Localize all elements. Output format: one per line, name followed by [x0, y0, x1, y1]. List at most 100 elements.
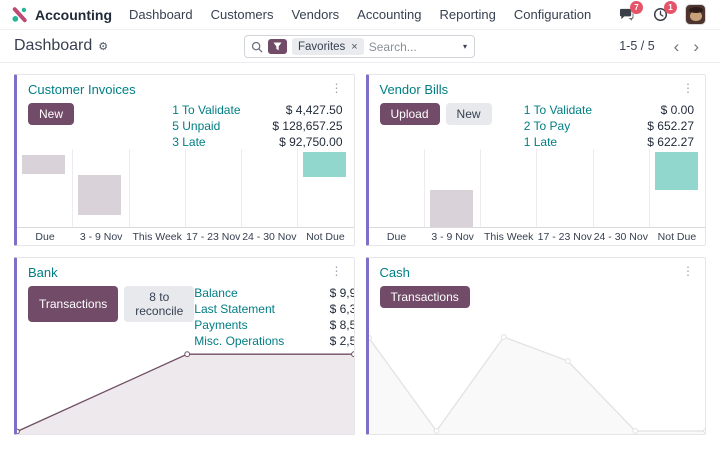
card-vendor-bills: Vendor Bills ⋮ Upload New 1 To Validate …	[366, 74, 707, 246]
stat-misc-operations-amount[interactable]: $ 2,500.00	[300, 334, 354, 348]
reconcile-button[interactable]: 8 to reconcile	[124, 286, 194, 322]
bar-column[interactable]	[424, 149, 480, 227]
dashboard-grid: Customer Invoices ⋮ New 1 To Validate $ …	[0, 63, 720, 446]
upload-bill-button[interactable]: Upload	[380, 103, 440, 125]
card-cash: Cash ⋮ Transactions	[366, 257, 707, 435]
bar[interactable]	[430, 190, 473, 227]
app-switcher[interactable]: Accounting	[6, 5, 120, 24]
cash-transactions-button[interactable]: Transactions	[380, 286, 470, 308]
card-buttons: Upload New	[380, 103, 492, 125]
stat-balance[interactable]: Balance	[194, 286, 284, 300]
search-bar[interactable]: Favorites × ▾	[244, 35, 475, 58]
bar-column[interactable]	[129, 149, 185, 227]
card-title-cash[interactable]: Cash	[380, 265, 410, 280]
stat-unpaid[interactable]: 5 Unpaid	[172, 119, 240, 133]
facet-close-icon[interactable]: ×	[351, 41, 357, 53]
new-bill-button[interactable]: New	[446, 103, 492, 125]
search-input[interactable]	[369, 40, 451, 54]
card-buttons: Transactions 8 to reconcile	[28, 286, 194, 322]
bar-column[interactable]	[72, 149, 128, 227]
card-title-vendor-bills[interactable]: Vendor Bills	[380, 82, 449, 97]
card-header: Bank ⋮	[17, 258, 354, 282]
user-avatar[interactable]	[685, 4, 706, 25]
stat-to-pay-amount[interactable]: $ 652.27	[608, 119, 694, 133]
stat-last-statement-amount[interactable]: $ 6,378.00	[300, 302, 354, 316]
kebab-menu-icon[interactable]: ⋮	[679, 82, 697, 94]
bar-column[interactable]	[649, 149, 705, 227]
gear-icon[interactable]: ⚙	[98, 40, 108, 53]
bar[interactable]	[655, 152, 698, 190]
stat-unpaid-amount[interactable]: $ 128,657.25	[257, 119, 343, 133]
x-axis-label: Not Due	[297, 231, 353, 243]
cash-balance-chart[interactable]	[369, 334, 706, 434]
stat-to-validate-amount[interactable]: $ 0.00	[608, 103, 694, 117]
card-buttons: Transactions	[380, 286, 470, 308]
bar[interactable]	[303, 152, 346, 177]
pager-previous-icon[interactable]: ‹	[667, 38, 687, 55]
stat-payments-amount[interactable]: $ 8,578.50	[300, 318, 354, 332]
new-invoice-button[interactable]: New	[28, 103, 74, 125]
stat-late-amount[interactable]: $ 622.27	[608, 135, 694, 149]
bar-column[interactable]	[185, 149, 241, 227]
card-body: New 1 To Validate $ 4,427.50 5 Unpaid $ …	[17, 99, 354, 149]
nav-item-dashboard[interactable]: Dashboard	[120, 0, 202, 30]
activities-button[interactable]: 1	[651, 6, 669, 24]
kebab-menu-icon[interactable]: ⋮	[679, 265, 697, 277]
stat-late[interactable]: 3 Late	[172, 135, 240, 149]
bank-transactions-button[interactable]: Transactions	[28, 286, 118, 322]
line-chart-svg	[17, 350, 354, 434]
bar-column[interactable]	[369, 149, 424, 227]
accounting-app-icon	[10, 5, 29, 24]
facet-label: Favorites	[298, 41, 345, 53]
x-axis-label: Not Due	[649, 231, 705, 243]
card-header: Vendor Bills ⋮	[369, 75, 706, 99]
stat-balance-amount[interactable]: $ 9,944.87	[300, 286, 354, 300]
stat-to-validate[interactable]: 1 To Validate	[172, 103, 240, 117]
stat-to-pay[interactable]: 2 To Pay	[524, 119, 592, 133]
stat-late[interactable]: 1 Late	[524, 135, 592, 149]
card-buttons: New	[28, 103, 74, 125]
avatar-hair	[689, 7, 703, 13]
pager-next-icon[interactable]: ›	[686, 38, 706, 55]
stat-last-statement[interactable]: Last Statement	[194, 302, 284, 316]
pager-range: 1-5 / 5	[619, 39, 654, 53]
invoice-stats: 1 To Validate $ 4,427.50 5 Unpaid $ 128,…	[172, 103, 342, 149]
stat-late-amount[interactable]: $ 92,750.00	[257, 135, 343, 149]
stat-misc-operations[interactable]: Misc. Operations	[194, 334, 284, 348]
x-axis-label: This Week	[129, 231, 185, 243]
card-title-customer-invoices[interactable]: Customer Invoices	[28, 82, 136, 97]
nav-item-configuration[interactable]: Configuration	[505, 0, 600, 30]
bar-column[interactable]	[593, 149, 649, 227]
filter-chip[interactable]	[268, 39, 287, 54]
nav-item-customers[interactable]: Customers	[202, 0, 283, 30]
kebab-menu-icon[interactable]: ⋮	[328, 82, 346, 94]
stat-payments[interactable]: Payments	[194, 318, 284, 332]
activities-badge: 1	[664, 1, 677, 14]
messages-button[interactable]: 7	[617, 6, 635, 24]
card-bank: Bank ⋮ Transactions 8 to reconcile Balan…	[14, 257, 355, 435]
customer-invoices-aging-chart[interactable]: Due3 - 9 NovThis Week17 - 23 Nov24 - 30 …	[17, 149, 354, 245]
bar-column[interactable]	[536, 149, 592, 227]
navbar-systray: 7 1	[617, 4, 710, 25]
card-body: Transactions 8 to reconcile Balance $ 9,…	[17, 282, 354, 348]
nav-item-reporting[interactable]: Reporting	[431, 0, 505, 30]
bar-column[interactable]	[17, 149, 72, 227]
x-axis-label: 24 - 30 Nov	[593, 231, 649, 243]
vendor-bills-aging-chart[interactable]: Due3 - 9 NovThis Week17 - 23 Nov24 - 30 …	[369, 149, 706, 245]
nav-item-accounting[interactable]: Accounting	[348, 0, 430, 30]
bar-column[interactable]	[241, 149, 297, 227]
bar-column[interactable]	[480, 149, 536, 227]
stat-to-validate-amount[interactable]: $ 4,427.50	[257, 103, 343, 117]
card-title-bank[interactable]: Bank	[28, 265, 58, 280]
search-dropdown-caret-icon[interactable]: ▾	[456, 36, 474, 57]
messages-badge: 7	[630, 1, 643, 14]
nav-item-vendors[interactable]: Vendors	[282, 0, 348, 30]
bar[interactable]	[78, 175, 121, 215]
stat-to-validate[interactable]: 1 To Validate	[524, 103, 592, 117]
bank-balance-chart[interactable]	[17, 350, 354, 434]
bar[interactable]	[22, 155, 65, 174]
bar-column[interactable]	[297, 149, 353, 227]
card-body: Transactions	[369, 282, 706, 308]
kebab-menu-icon[interactable]: ⋮	[328, 265, 346, 277]
x-axis-label: Due	[369, 231, 425, 243]
